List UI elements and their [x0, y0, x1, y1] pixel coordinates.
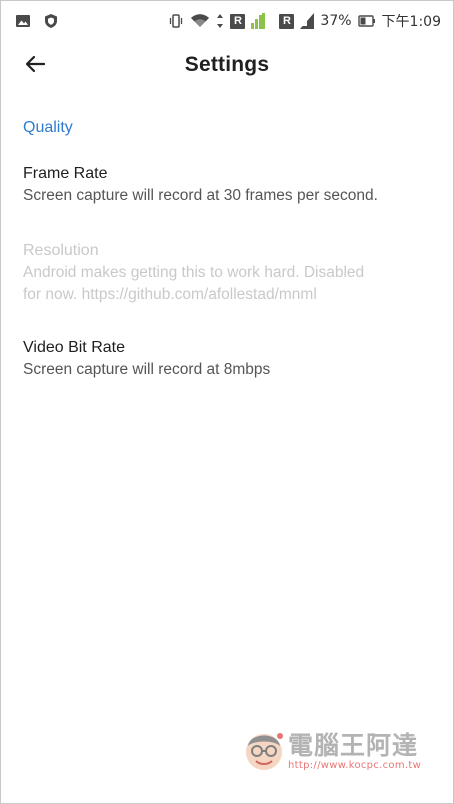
pref-summary: Screen capture will record at 30 frames …	[23, 187, 378, 204]
pref-video-bit-rate[interactable]: Video Bit Rate Screen capture will recor…	[23, 337, 433, 381]
pref-title: Frame Rate	[23, 165, 108, 182]
mascot-face-icon	[240, 726, 288, 774]
battery-percent: 37%	[320, 13, 352, 29]
clock: 下午1:09	[381, 14, 441, 30]
roaming-badge-2: R	[279, 13, 295, 29]
watermark: 電腦王阿達 http://www.kocpc.com.tw	[236, 722, 436, 778]
shield-icon	[43, 13, 59, 29]
back-button[interactable]	[19, 50, 51, 82]
wifi-icon	[190, 13, 210, 29]
pref-frame-rate[interactable]: Frame Rate Screen capture will record at…	[23, 163, 433, 207]
pref-summary-line-2: for now. https://github.com/afollestad/m…	[23, 286, 317, 303]
pref-summary-line-1: Android makes getting this to work hard.…	[23, 264, 365, 281]
vibrate-icon	[168, 13, 184, 29]
battery-icon	[357, 13, 376, 29]
watermark-name: 電腦王阿達	[288, 731, 419, 760]
watermark-url: http://www.kocpc.com.tw	[288, 760, 422, 771]
section-header-quality: Quality	[23, 119, 73, 136]
arrow-back-icon	[24, 53, 46, 80]
pref-resolution: Resolution Android makes getting this to…	[23, 240, 433, 306]
image-notification-icon	[15, 13, 31, 29]
data-transfer-icon	[216, 13, 224, 29]
signal-icon-sim1	[251, 13, 266, 29]
roaming-badge: R	[230, 13, 246, 29]
pref-title: Video Bit Rate	[23, 339, 125, 356]
signal-icon-sim2	[300, 13, 315, 29]
app-bar: Settings	[1, 42, 453, 88]
pref-title: Resolution	[23, 242, 99, 259]
pref-summary: Screen capture will record at 8mbps	[23, 361, 271, 378]
page-title: Settings	[184, 53, 270, 76]
status-bar: R R 37% 下午1:09	[1, 1, 453, 41]
